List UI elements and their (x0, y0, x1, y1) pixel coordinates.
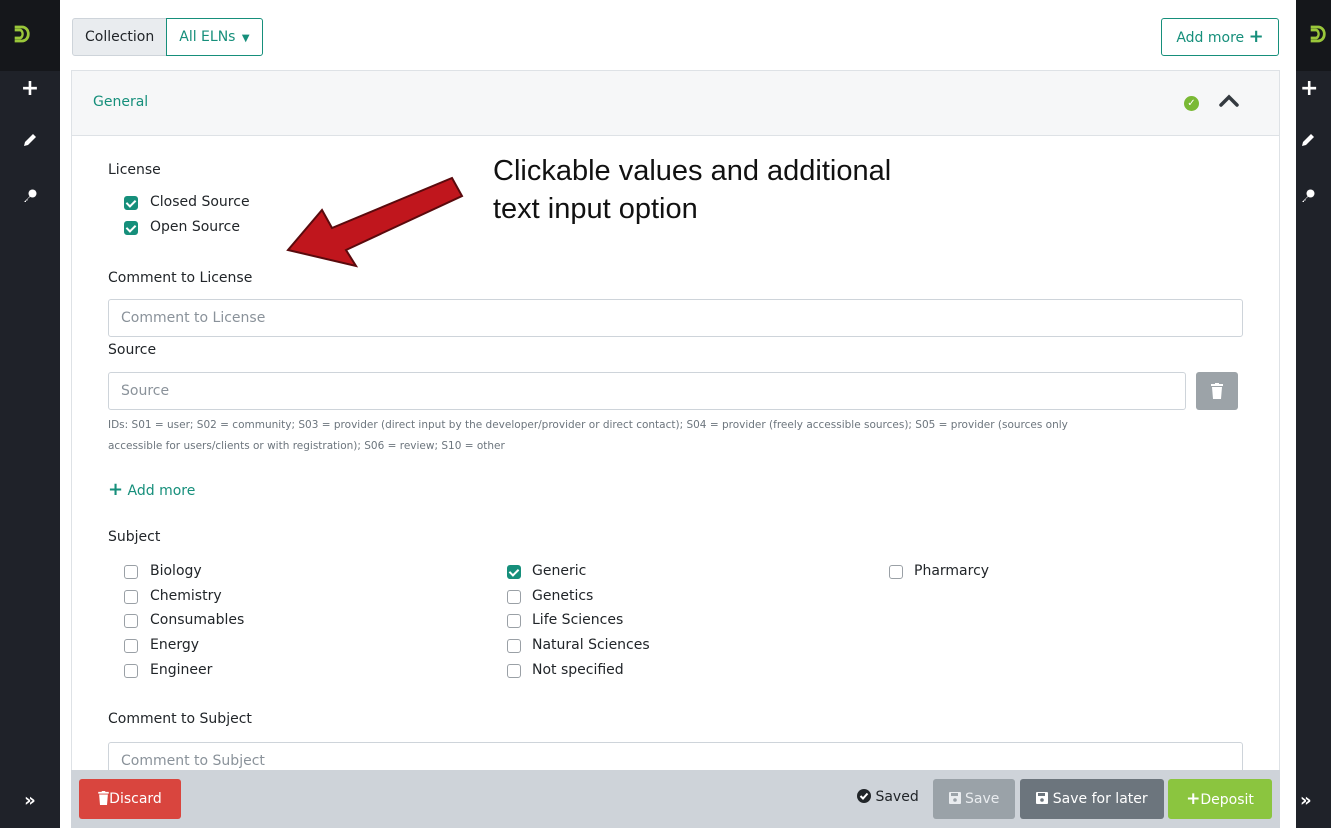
subject-consumables-label[interactable]: Consumables (150, 612, 244, 628)
deposit-label: Deposit (1200, 792, 1254, 808)
collection-label: Collection (72, 18, 168, 56)
deposit-button[interactable]: +Deposit (1168, 779, 1272, 819)
subject-natural-sciences-label[interactable]: Natural Sciences (532, 637, 650, 653)
save-for-later-button[interactable]: Save for later (1020, 779, 1164, 819)
subject-pharmacy-checkbox[interactable] (889, 565, 903, 579)
subject-life-sciences-checkbox[interactable] (507, 614, 521, 628)
subject-energy-checkbox[interactable] (124, 639, 138, 653)
comment-subject-label: Comment to Subject (108, 711, 252, 727)
save-button[interactable]: Save (933, 779, 1015, 819)
source-help-line1: IDs: S01 = user; S02 = community; S03 = … (108, 419, 1068, 431)
logo-icon: ᕲ (14, 23, 30, 48)
subject-generic-label[interactable]: Generic (532, 563, 586, 579)
license-closed-label[interactable]: Closed Source (150, 194, 250, 210)
annotation-arrow-icon (286, 176, 464, 268)
source-help-line2: accessible for users/clients or with reg… (108, 440, 505, 452)
save-label: Save (965, 791, 1000, 807)
add-more-source-label: Add more (127, 483, 196, 499)
annotation-text: Clickable values and additional text inp… (493, 152, 891, 228)
panel-title: General (93, 94, 149, 110)
add-more-top-button[interactable]: Add more + (1161, 18, 1279, 56)
caret-down-icon: ▼ (241, 33, 250, 44)
discard-label: Discard (109, 791, 162, 807)
plus-icon: + (108, 479, 124, 500)
app-logo-right[interactable]: ᕲ (1296, 0, 1331, 71)
add-more-top-label: Add more (1176, 30, 1245, 46)
subject-not-specified-checkbox[interactable] (507, 664, 521, 678)
eln-dropdown-label: All ELNs (179, 29, 236, 45)
subject-genetics-label[interactable]: Genetics (532, 588, 593, 604)
subject-energy-label[interactable]: Energy (150, 637, 199, 653)
chevron-up-icon[interactable] (1216, 88, 1242, 114)
collection-selector: Collection All ELNs ▼ (72, 18, 263, 56)
subject-not-specified-label[interactable]: Not specified (532, 662, 624, 678)
license-label: License (108, 162, 161, 178)
saved-status: Saved (857, 789, 919, 805)
subject-generic-checkbox[interactable] (507, 565, 521, 579)
saved-label: Saved (875, 789, 919, 805)
subject-chemistry-label[interactable]: Chemistry (150, 588, 222, 604)
key-icon[interactable] (0, 188, 60, 209)
subject-consumables-checkbox[interactable] (124, 614, 138, 628)
check-circle-icon: ✓ (1184, 96, 1199, 111)
app-logo[interactable]: ᕲ (0, 0, 60, 71)
source-help-text: IDs: S01 = user; S02 = community; S03 = … (108, 415, 1238, 457)
expand-icon[interactable]: » (0, 790, 60, 811)
source-input[interactable] (109, 373, 1185, 409)
expand-icon[interactable]: » (1300, 790, 1331, 811)
subject-engineer-checkbox[interactable] (124, 664, 138, 678)
source-field[interactable] (108, 372, 1186, 410)
eln-dropdown[interactable]: All ELNs ▼ (166, 18, 263, 56)
annotation-line1: Clickable values and additional (493, 155, 892, 187)
delete-source-button[interactable] (1196, 372, 1238, 410)
left-sidebar: ᕲ + » (0, 0, 60, 828)
key-icon[interactable] (1300, 188, 1331, 209)
add-more-source-link[interactable]: + Add more (108, 479, 195, 500)
save-for-later-label: Save for later (1052, 791, 1148, 807)
logo-icon: ᕲ (1310, 23, 1326, 48)
comment-license-field[interactable] (108, 299, 1243, 337)
discard-button[interactable]: Discard (79, 779, 181, 819)
subject-biology-checkbox[interactable] (124, 565, 138, 579)
general-panel-header[interactable]: General ✓ (71, 70, 1280, 136)
subject-biology-label[interactable]: Biology (150, 563, 202, 579)
pencil-icon[interactable] (0, 132, 60, 153)
comment-license-input[interactable] (109, 300, 1242, 336)
plus-icon[interactable]: + (0, 76, 60, 101)
plus-icon[interactable]: + (1300, 76, 1331, 101)
right-sidebar: ᕲ + » (1296, 0, 1331, 828)
subject-natural-sciences-checkbox[interactable] (507, 639, 521, 653)
plus-icon: + (1186, 789, 1201, 809)
subject-life-sciences-label[interactable]: Life Sciences (532, 612, 623, 628)
subject-chemistry-checkbox[interactable] (124, 590, 138, 604)
action-footer: Discard Saved Save Save for later +Depos… (71, 770, 1280, 828)
source-label: Source (108, 342, 157, 358)
plus-icon: + (1248, 26, 1264, 47)
license-open-checkbox[interactable] (124, 221, 138, 235)
subject-engineer-label[interactable]: Engineer (150, 662, 212, 678)
license-closed-checkbox[interactable] (124, 196, 138, 210)
pencil-icon[interactable] (1300, 132, 1331, 153)
subject-pharmacy-label[interactable]: Pharmarcy (914, 563, 989, 579)
subject-label: Subject (108, 529, 161, 545)
check-circle-icon (857, 789, 871, 803)
annotation-line2: text input option (493, 193, 698, 225)
save-icon (948, 792, 961, 804)
save-icon (1036, 792, 1049, 804)
subject-genetics-checkbox[interactable] (507, 590, 521, 604)
comment-license-label: Comment to License (108, 270, 253, 286)
trash-icon (98, 791, 109, 805)
trash-icon (1211, 383, 1223, 399)
license-open-label[interactable]: Open Source (150, 219, 240, 235)
